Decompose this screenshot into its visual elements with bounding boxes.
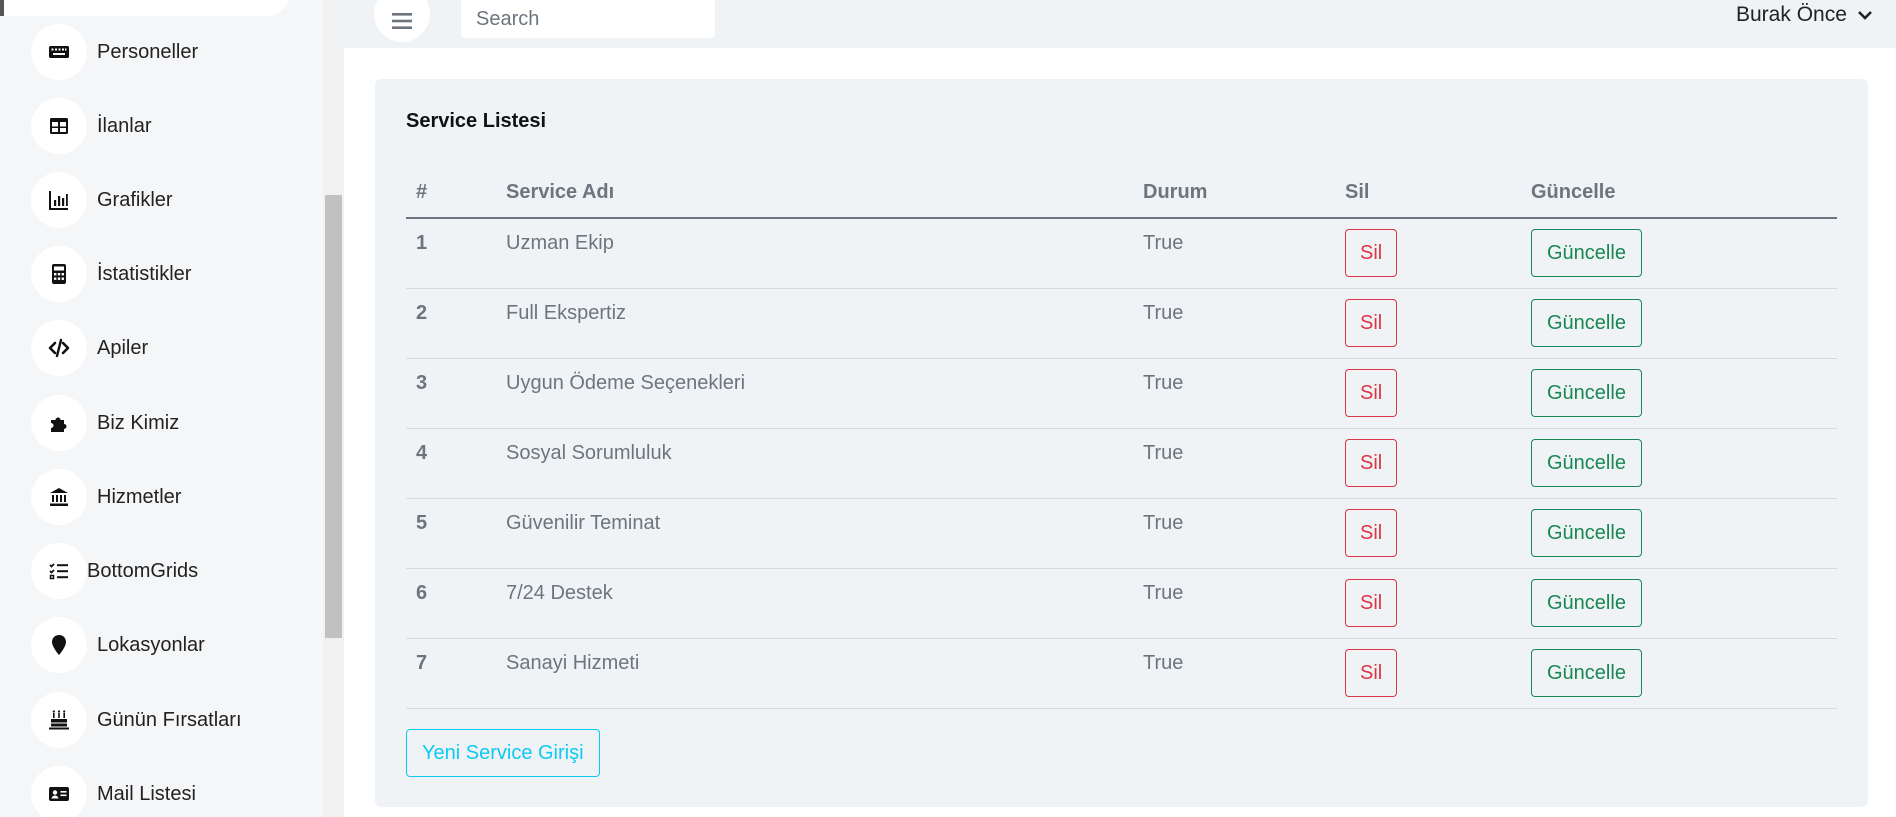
service-name: Full Ekspertiz: [496, 288, 1133, 359]
row-number: 1: [406, 218, 496, 289]
sidebar-item-lokasyonlar[interactable]: Lokasyonlar: [31, 617, 205, 673]
sidebar-item-mail-listesi[interactable]: Mail Listesi: [31, 766, 196, 817]
update-button[interactable]: Güncelle: [1531, 298, 1642, 347]
update-button[interactable]: Güncelle: [1531, 648, 1642, 697]
bar-chart-icon: [31, 172, 87, 228]
table-row: 1 Uzman Ekip True Sil Güncelle: [406, 218, 1837, 289]
update-button[interactable]: Güncelle: [1531, 438, 1642, 487]
sidebar-item-label: Lokasyonlar: [97, 633, 205, 656]
delete-button[interactable]: Sil: [1345, 648, 1398, 697]
table-row: 2 Full Ekspertiz True Sil Güncelle: [406, 288, 1837, 359]
service-status: True: [1133, 638, 1335, 709]
sidebar-item-biz-kimiz[interactable]: Biz Kimiz: [31, 395, 179, 451]
row-number: 6: [406, 568, 496, 639]
puzzle-icon: [31, 395, 87, 451]
sidebar-item-label: Günün Fırsatları: [97, 708, 242, 731]
sidebar-item-hizmetler[interactable]: Hizmetler: [31, 469, 181, 525]
table-header-row: # Service Adı Durum Sil Güncelle: [406, 168, 1837, 219]
service-status: True: [1133, 358, 1335, 429]
list-check-icon: [31, 543, 87, 599]
update-button[interactable]: Güncelle: [1531, 578, 1642, 627]
sidebar-item-istatistikler[interactable]: İstatistikler: [31, 246, 191, 302]
sidebar-item-apiler[interactable]: Apiler: [31, 320, 148, 376]
service-name: Uygun Ödeme Seçenekleri: [496, 358, 1133, 429]
sidebar-item-gunun-firsatlari[interactable]: Günün Fırsatları: [31, 692, 242, 748]
update-button[interactable]: Güncelle: [1531, 508, 1642, 557]
hamburger-icon: [392, 13, 412, 29]
id-card-icon: [31, 766, 87, 817]
keyboard-icon: [31, 24, 87, 80]
sidebar-item-label: Hizmetler: [97, 485, 182, 508]
search-input[interactable]: [461, 0, 715, 38]
sidebar-item-label: İstatistikler: [97, 262, 192, 285]
sidebar-item-label: Apiler: [97, 336, 149, 359]
cake-icon: [31, 692, 87, 748]
table-row: 6 7/24 Destek True Sil Güncelle: [406, 568, 1837, 639]
new-service-button[interactable]: Yeni Service Girişi: [406, 729, 600, 777]
delete-button[interactable]: Sil: [1345, 229, 1398, 277]
table-row: 3 Uygun Ödeme Seçenekleri True Sil Günce…: [406, 358, 1837, 429]
active-marker: [0, 0, 4, 16]
service-table: # Service Adı Durum Sil Güncelle 1 Uzman…: [406, 168, 1837, 709]
sidebar-item-grafikler[interactable]: Grafikler: [31, 172, 173, 228]
sidebar-item-active[interactable]: [0, 0, 290, 16]
sidebar-scrollbar-thumb[interactable]: [325, 195, 342, 638]
delete-button[interactable]: Sil: [1345, 438, 1398, 487]
sidebar-item-ilanlar[interactable]: İlanlar: [31, 98, 151, 154]
table-row: 5 Güvenilir Teminat True Sil Güncelle: [406, 498, 1837, 569]
row-number: 2: [406, 288, 496, 359]
code-icon: [31, 320, 87, 376]
sidebar-item-label: Personeller: [97, 40, 199, 63]
service-name: Uzman Ekip: [496, 218, 1133, 289]
sidebar-item-personeller[interactable]: Personeller: [31, 24, 198, 80]
bank-icon: [31, 469, 87, 525]
service-status: True: [1133, 498, 1335, 569]
sidebar-item-label: Biz Kimiz: [97, 411, 180, 434]
user-menu[interactable]: Burak Önce: [1736, 3, 1873, 27]
update-button[interactable]: Güncelle: [1531, 368, 1642, 417]
delete-button[interactable]: Sil: [1345, 368, 1398, 417]
chevron-down-icon: [1857, 11, 1872, 20]
row-number: 4: [406, 428, 496, 499]
column-header-status: Durum: [1133, 168, 1335, 219]
row-number: 3: [406, 358, 496, 429]
table-row: 7 Sanayi Hizmeti True Sil Güncelle: [406, 638, 1837, 709]
calculator-icon: [31, 246, 87, 302]
row-number: 5: [406, 498, 496, 569]
row-number: 7: [406, 638, 496, 709]
service-status: True: [1133, 218, 1335, 289]
column-header-update: Güncelle: [1521, 168, 1837, 219]
service-status: True: [1133, 288, 1335, 359]
sidebar: Personeller İlanlar Grafikler İstatistik…: [0, 0, 323, 817]
table-icon: [31, 98, 87, 154]
column-header-delete: Sil: [1335, 168, 1521, 219]
service-status: True: [1133, 428, 1335, 499]
user-name: Burak Önce: [1736, 3, 1847, 26]
service-status: True: [1133, 568, 1335, 639]
column-header-service-name: Service Adı: [496, 168, 1133, 219]
service-name: Sanayi Hizmeti: [496, 638, 1133, 709]
column-header-number: #: [406, 168, 496, 219]
card-title: Service Listesi: [406, 110, 547, 132]
sidebar-item-label: BottomGrids: [87, 559, 199, 582]
sidebar-item-bottomgrids[interactable]: BottomGrids: [31, 543, 198, 599]
sidebar-item-label: İlanlar: [97, 114, 152, 137]
table-row: 4 Sosyal Sorumluluk True Sil Güncelle: [406, 428, 1837, 499]
sidebar-item-label: Mail Listesi: [97, 782, 196, 805]
delete-button[interactable]: Sil: [1345, 578, 1398, 627]
update-button[interactable]: Güncelle: [1531, 229, 1642, 277]
service-name: Sosyal Sorumluluk: [496, 428, 1133, 499]
delete-button[interactable]: Sil: [1345, 508, 1398, 557]
service-name: 7/24 Destek: [496, 568, 1133, 639]
service-name: Güvenilir Teminat: [496, 498, 1133, 569]
delete-button[interactable]: Sil: [1345, 298, 1398, 347]
sidebar-item-label: Grafikler: [97, 188, 173, 211]
map-pin-icon: [31, 617, 87, 673]
